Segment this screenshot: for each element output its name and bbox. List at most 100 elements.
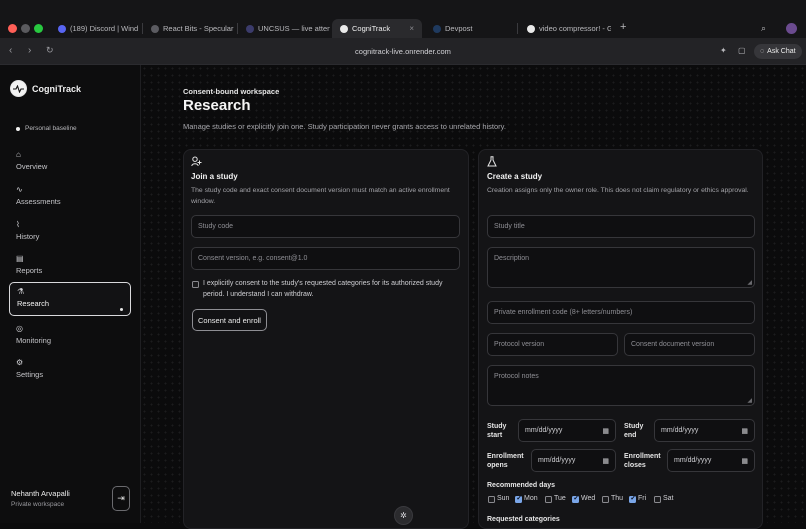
day-label-mon: Mon [524, 495, 538, 502]
study-start-date-input[interactable]: mm/dd/yyyy ▦ [518, 419, 616, 442]
day-label-sat: Sat [663, 495, 674, 502]
search-tabs-icon[interactable]: ⌕ [761, 23, 766, 34]
sidebar-item-monitoring[interactable]: ◎ Monitoring [9, 320, 131, 354]
day-checkbox-mon[interactable] [515, 494, 522, 503]
page-kicker: Consent-bound workspace [183, 87, 280, 96]
document-icon: ▤ [16, 254, 24, 263]
study-description-textarea[interactable]: Description ◢ [487, 247, 755, 288]
minimize-window-button[interactable] [21, 24, 30, 33]
activity-icon: ∿ [16, 185, 23, 194]
user-name: Nehanth Arvapalli [11, 489, 70, 498]
requested-categories-label: Requested categories [487, 516, 560, 523]
consent-statement: I explicitly consent to the study's requ… [203, 280, 443, 298]
enrollment-opens-date-input[interactable]: mm/dd/yyyy ▦ [531, 449, 616, 472]
logout-icon: ⇥ [117, 493, 125, 503]
monitor-icon: ◎ [16, 324, 23, 333]
close-tab-icon[interactable]: × [409, 24, 414, 33]
join-study-description: The study code and exact consent documen… [191, 187, 450, 205]
chart-icon: ⌇ [16, 220, 20, 229]
reactbits-icon [151, 24, 159, 33]
consent-checkbox[interactable] [192, 281, 199, 288]
consent-version-input[interactable]: Consent version, e.g. consent@1.0 [191, 247, 460, 270]
protocol-version-input[interactable]: Protocol version [487, 333, 618, 356]
consent-enroll-button[interactable]: Consent and enroll [192, 309, 267, 331]
gear-icon: ⚙ [16, 358, 24, 367]
ask-chat-button[interactable]: ◌ Ask Chat [754, 44, 802, 59]
baseline-indicator: Personal baseline [16, 125, 77, 132]
consent-document-version-input[interactable]: Consent document version [624, 333, 755, 356]
active-indicator-dot [120, 308, 123, 311]
study-title-input[interactable]: Study title [487, 215, 755, 238]
day-label-tue: Tue [554, 495, 566, 502]
cognitrack-tab-icon [340, 24, 348, 33]
study-end-label: Study end [624, 423, 644, 439]
study-start-label: Study start [487, 423, 507, 439]
devpost-icon [433, 24, 441, 33]
create-study-description: Creation assigns only the owner role. Th… [487, 187, 749, 194]
day-checkbox-thu[interactable] [602, 496, 609, 503]
status-dot-icon [16, 126, 20, 131]
study-end-date-input[interactable]: mm/dd/yyyy ▦ [654, 419, 755, 442]
resize-handle-icon[interactable]: ◢ [747, 279, 752, 286]
cognitrack-logo-icon [10, 80, 27, 97]
sidebar-item-research[interactable]: ⚗ Research [9, 282, 131, 316]
browser-tab-active[interactable]: CogniTrack × [332, 19, 422, 38]
page-subtitle: Manage studies or explicitly join one. S… [183, 122, 506, 131]
enrollment-closes-label: Enrollment closes [624, 453, 661, 469]
discord-icon [58, 24, 66, 33]
new-tab-button[interactable]: + [620, 21, 626, 33]
sidebar-item-settings[interactable]: ⚙ Settings [9, 354, 131, 388]
sidebar-item-history[interactable]: ⌇ History [9, 216, 131, 250]
tab-divider [517, 23, 518, 34]
gear-icon: ✲ [400, 511, 407, 520]
sidebar-item-overview[interactable]: ⌂ Overview [9, 146, 131, 180]
user-workspace: Private workspace [11, 501, 65, 508]
page-title: Research [183, 97, 251, 114]
browser-tab[interactable]: (189) Discord | Wind F × [50, 19, 140, 38]
enrollment-opens-label: Enrollment opens [487, 453, 524, 469]
recommended-days-label: Recommended days [487, 482, 556, 489]
calendar-icon[interactable]: ▦ [602, 457, 609, 465]
sidebar-toggle-icon[interactable]: ▢ [738, 46, 746, 55]
url-text[interactable]: cognitrack-live.onrender.com [0, 47, 806, 56]
add-user-icon [191, 156, 202, 169]
browser-tab[interactable]: Devpost [425, 19, 517, 38]
flask-icon: ⚗ [17, 287, 25, 296]
calendar-icon[interactable]: ▦ [741, 427, 748, 435]
profile-avatar[interactable] [786, 23, 797, 34]
day-label-thu: Thu [611, 495, 624, 502]
sidebar-item-reports[interactable]: ▤ Reports [9, 250, 131, 284]
enrollment-closes-date-input[interactable]: mm/dd/yyyy ▦ [667, 449, 755, 472]
create-study-title: Create a study [487, 172, 543, 181]
browser-tab[interactable]: UNCSUS — live attend [238, 19, 330, 38]
browser-tab[interactable]: React Bits - Specular × [143, 19, 235, 38]
close-window-button[interactable] [8, 24, 17, 33]
day-checkbox-sat[interactable] [654, 496, 661, 503]
day-label-fri: Fri [638, 495, 647, 502]
resize-handle-icon[interactable]: ◢ [747, 397, 752, 404]
floating-settings-button[interactable]: ✲ [394, 506, 413, 525]
uncsus-icon [246, 24, 254, 33]
protocol-notes-textarea[interactable]: Protocol notes ◢ [487, 365, 755, 406]
day-checkbox-wed[interactable] [572, 494, 579, 503]
maximize-window-button[interactable] [34, 24, 43, 33]
brand-name: CogniTrack [32, 84, 82, 94]
browser-tab[interactable]: video compressor! - G × [519, 19, 611, 38]
day-checkbox-sun[interactable] [488, 496, 495, 503]
logout-button[interactable]: ⇥ [112, 486, 130, 511]
day-checkbox-fri[interactable] [629, 494, 636, 503]
join-study-title: Join a study [191, 172, 238, 181]
sidebar-item-assessments[interactable]: ∿ Assessments [9, 181, 131, 215]
google-icon [527, 24, 535, 33]
day-checkbox-tue[interactable] [545, 496, 552, 503]
calendar-icon[interactable]: ▦ [741, 457, 748, 465]
chat-icon: ◌ [760, 48, 765, 55]
day-label-wed: Wed [581, 495, 596, 502]
extension-icon[interactable]: ✦ [720, 46, 727, 55]
day-label-sun: Sun [497, 495, 510, 502]
enrollment-code-input[interactable]: Private enrollment code (8+ letters/numb… [487, 301, 755, 324]
study-code-input[interactable]: Study code [191, 215, 460, 238]
calendar-icon[interactable]: ▦ [602, 427, 609, 435]
browser-tab-bar: (189) Discord | Wind F × React Bits - Sp… [0, 0, 806, 39]
flask-icon [487, 156, 497, 169]
